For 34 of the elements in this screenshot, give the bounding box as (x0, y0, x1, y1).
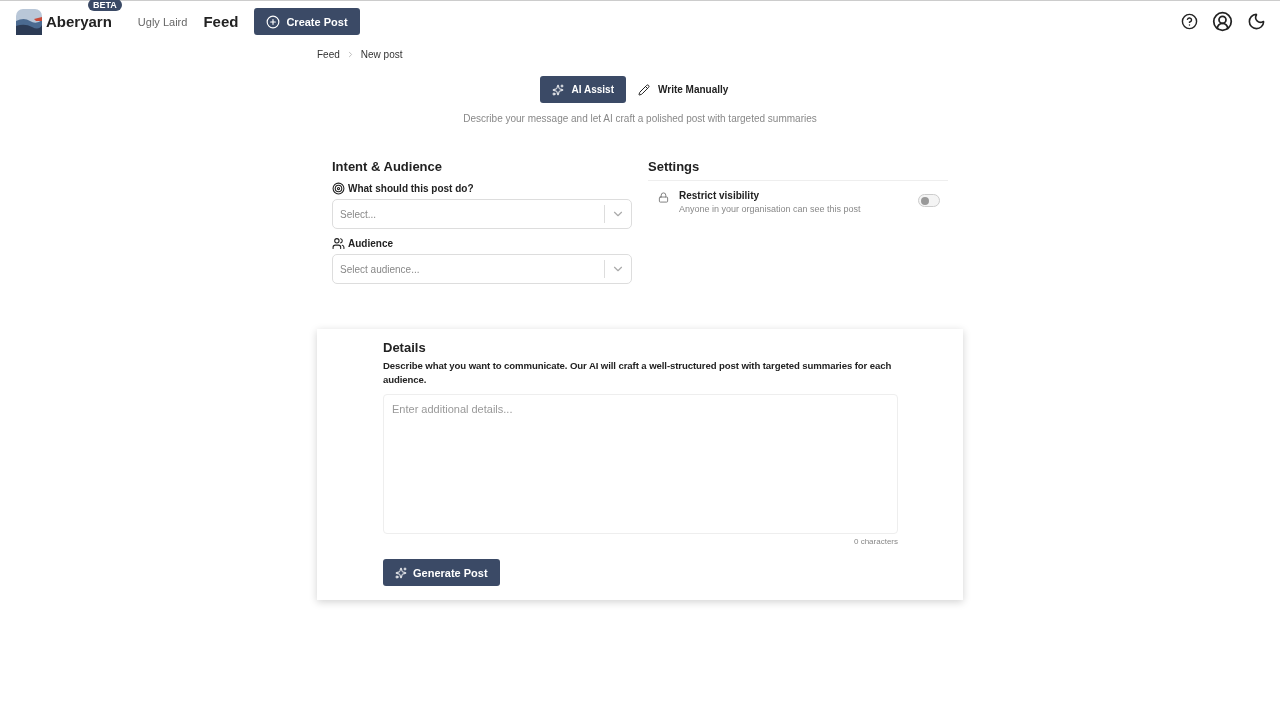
account-icon[interactable] (1212, 11, 1233, 32)
section-title: Settings (648, 159, 701, 174)
section-title: Intent & Audience (332, 159, 444, 174)
pencil-icon (638, 83, 650, 96)
plus-icon (266, 14, 281, 29)
beta-badge: BETA (88, 0, 122, 11)
details-description: Describe what you want to communicate. Our AI will craft a well-structured post with targeted summaries for each audience. (383, 359, 893, 387)
sparkles-icon (551, 83, 564, 96)
toggle-switch[interactable] (918, 194, 940, 207)
sparkles-icon (395, 566, 407, 579)
details-input[interactable]: Enter additional details... (383, 394, 898, 534)
subtitle: Describe your message and let AI craft a polished post with targeted summaries (462, 113, 818, 124)
user-name: Ugly Laird (137, 15, 188, 28)
help-icon[interactable] (1181, 13, 1198, 30)
field-label: Audience (348, 238, 393, 249)
setting-description: Anyone in your organisation can see this post (679, 204, 861, 214)
breadcrumb-item: New post (360, 49, 403, 60)
section-title: Details (383, 340, 427, 355)
setting-title: Restrict visibility (679, 190, 761, 201)
moon-icon[interactable] (1247, 12, 1266, 31)
logo-icon (16, 8, 42, 35)
select-field[interactable]: Select... (332, 199, 632, 229)
app-name: Aberyarn (46, 13, 112, 30)
character-counter: 0 characters (852, 537, 898, 546)
lock-icon (658, 192, 669, 203)
people-icon (332, 237, 345, 250)
field-label: What should this post do? (348, 183, 474, 194)
breadcrumb-item[interactable]: Feed (317, 49, 340, 60)
create-post-button[interactable]: Create Post (254, 8, 360, 35)
select-field[interactable]: Select audience... (332, 254, 632, 284)
target-icon (332, 182, 345, 195)
mode-tab[interactable]: AI Assist (539, 76, 626, 103)
page-title: Feed (203, 13, 239, 30)
generate-post-button[interactable]: Generate Post (383, 559, 500, 586)
